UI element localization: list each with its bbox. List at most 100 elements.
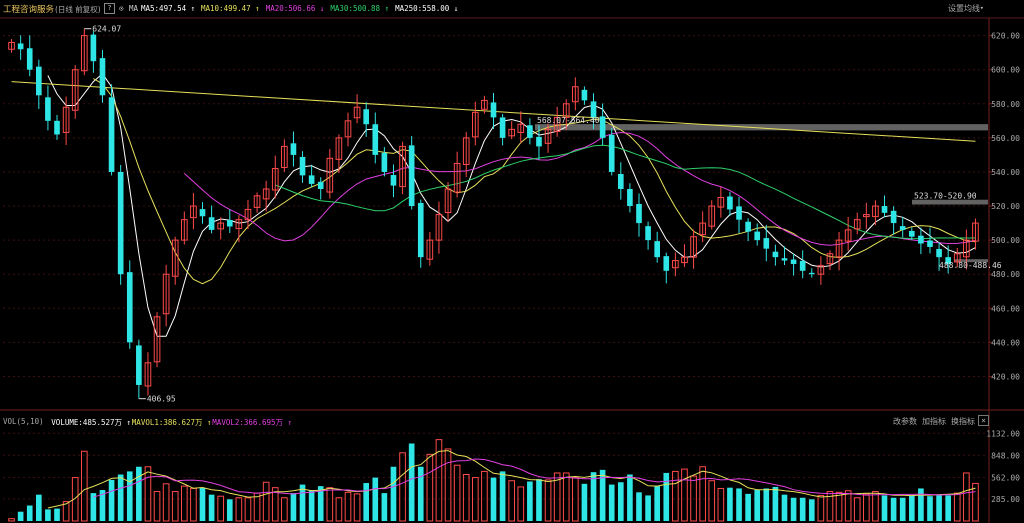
volume-bar	[918, 488, 924, 521]
volume-bar	[499, 471, 506, 521]
volume-bar	[136, 466, 142, 521]
gap-label: 523.70-520.90	[914, 192, 977, 201]
candle-body	[226, 220, 233, 227]
candle-body	[908, 230, 915, 237]
volume-tick-label: 285.00	[991, 495, 1020, 504]
volume-bar	[108, 479, 115, 521]
volume-bar	[335, 497, 343, 522]
volume-bar	[863, 493, 870, 522]
volume-bar	[353, 493, 361, 522]
volume-bar	[117, 474, 124, 521]
volume-tick-label: 848.00	[991, 451, 1020, 460]
candle-body	[408, 145, 415, 207]
candle-body	[390, 175, 397, 186]
ma10-line	[93, 78, 976, 285]
mavol2-line	[93, 458, 976, 498]
candle-body	[54, 120, 60, 135]
volume-bar	[872, 491, 879, 522]
y-tick-label: 560.00	[991, 134, 1020, 143]
candle-body	[654, 241, 661, 258]
change-params-button[interactable]: 改参数	[893, 416, 917, 427]
volume-bar	[153, 491, 161, 522]
volume-bar	[181, 485, 188, 522]
candle-body	[663, 256, 670, 271]
volume-bar	[363, 483, 370, 521]
candle-body	[627, 188, 633, 207]
volume-bar	[708, 480, 716, 522]
candle-body	[136, 345, 142, 385]
volume-bar	[835, 491, 843, 522]
volume-bar	[235, 497, 243, 522]
candle-body	[918, 235, 924, 244]
volume-bar	[808, 499, 815, 521]
volume-bar	[299, 484, 306, 521]
y-tick-label: 520.00	[991, 202, 1020, 211]
candle-body	[363, 109, 370, 125]
volume-bar	[890, 497, 897, 521]
low-label: 406.95	[147, 395, 176, 404]
gap-label: 488.80-488.46	[939, 261, 1002, 270]
candle-body	[890, 210, 897, 224]
volume-bar	[853, 497, 861, 522]
volume-bar	[162, 483, 170, 522]
volume-legend-item: VOLUME:485.527万 ↑	[51, 418, 132, 427]
volume-bar	[527, 481, 533, 521]
close-icon[interactable]: ×	[978, 415, 989, 426]
switch-indicator-button[interactable]: 换指标	[951, 416, 975, 427]
volume-bar	[544, 479, 552, 522]
y-tick-label: 420.00	[991, 372, 1020, 381]
volume-bar	[781, 494, 788, 521]
candle-body	[290, 143, 297, 155]
candle-body	[299, 156, 306, 176]
ma30-line	[275, 144, 976, 240]
volume-bar	[90, 493, 97, 521]
volume-bar	[308, 490, 315, 521]
volume-bar	[453, 464, 461, 522]
volume-bar	[462, 474, 470, 522]
volume-bar	[699, 466, 706, 522]
candle-body	[26, 48, 33, 70]
volume-bar	[8, 518, 15, 522]
price-chart[interactable]: 420.00 440.00 460.00 480.00 500.00 520.00 540.…	[0, 0, 1024, 523]
y-tick-label: 440.00	[991, 338, 1020, 347]
volume-bar	[681, 468, 688, 522]
volume-bar	[899, 497, 906, 521]
candle-body	[899, 226, 906, 230]
volume-bar	[290, 493, 297, 521]
y-tick-label: 540.00	[991, 168, 1020, 177]
candle-body	[781, 258, 788, 261]
candle-body	[727, 196, 733, 210]
volume-bar	[444, 448, 452, 522]
high-label: 624.07	[92, 25, 121, 34]
volume-bar	[190, 487, 197, 522]
volume-bar	[171, 491, 179, 522]
candle-body	[808, 272, 815, 275]
volume-bar	[481, 470, 488, 522]
y-tick-label: 480.00	[991, 270, 1020, 279]
volume-bar	[663, 472, 670, 521]
candle-body	[645, 226, 651, 241]
volume-bar	[617, 482, 624, 521]
add-indicator-button[interactable]: 加指标	[922, 416, 946, 427]
volume-bar	[390, 466, 397, 521]
candle-body	[617, 174, 624, 189]
volume-bar	[45, 509, 51, 521]
candle-body	[417, 202, 424, 258]
gap-label: 568.07-564.40	[537, 116, 600, 125]
candle-body	[308, 175, 315, 184]
candle-body	[536, 136, 542, 147]
volume-bar	[408, 443, 415, 521]
ma5-line	[47, 73, 976, 337]
volume-bar	[844, 490, 852, 522]
volume-bar	[772, 486, 779, 521]
candle-body	[581, 89, 588, 101]
volume-tick-label: 562.00	[991, 473, 1020, 482]
candle-body	[927, 240, 933, 247]
candle-body	[881, 206, 888, 213]
volume-bar	[217, 495, 225, 522]
candle-body	[599, 116, 606, 138]
volume-bar	[745, 493, 751, 521]
volume-bar	[590, 472, 597, 521]
volume-tick-label: 1132.00	[986, 429, 1020, 438]
candle-body	[636, 203, 642, 224]
